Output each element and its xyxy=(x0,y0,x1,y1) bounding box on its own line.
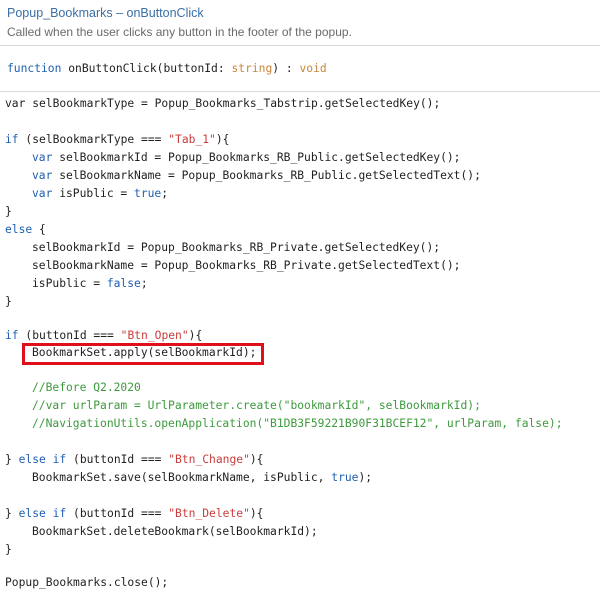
code-text: var selBookmarkType = Popup_Bookmarks_Ta… xyxy=(5,97,441,110)
keyword-else: else xyxy=(5,223,33,236)
code-line-19[interactable]: } else if (buttonId === "Btn_Delete"){ xyxy=(5,505,263,523)
code-text: } xyxy=(5,205,12,218)
script-title: Popup_Bookmarks – onButtonClick xyxy=(7,6,204,20)
keyword-else-if: else if xyxy=(18,453,67,466)
script-description: Called when the user clicks any button i… xyxy=(7,25,352,39)
string-literal: "Btn_Delete" xyxy=(168,507,250,520)
code-text: ){ xyxy=(188,329,203,342)
highlight-annotation xyxy=(22,343,264,365)
boolean-literal: false xyxy=(106,277,141,290)
code-text: Popup_Bookmarks.close(); xyxy=(5,576,169,589)
code-text: } xyxy=(5,453,19,466)
code-text: } xyxy=(5,295,12,308)
signature-keyword: function xyxy=(7,62,62,75)
code-line-14[interactable]: //Before Q2.2020 xyxy=(32,379,141,397)
code-line-2[interactable]: if (selBookmarkType === "Tab_1"){ xyxy=(5,131,229,149)
code-text: (buttonId === xyxy=(66,453,169,466)
code-line-11[interactable]: } xyxy=(5,293,12,311)
script-header: Popup_Bookmarks – onButtonClick Called w… xyxy=(0,0,600,46)
string-literal: "Btn_Open" xyxy=(120,329,189,342)
code-text: ){ xyxy=(249,507,264,520)
code-text: } xyxy=(5,507,19,520)
code-text: ){ xyxy=(215,133,230,146)
signature-name: onButtonClick(buttonId: xyxy=(61,62,232,75)
keyword-var: var xyxy=(32,151,53,164)
code-line-3[interactable]: var selBookmarkId = Popup_Bookmarks_RB_P… xyxy=(32,149,460,167)
code-line-5[interactable]: var isPublic = true; xyxy=(32,185,168,203)
code-line-16[interactable]: //NavigationUtils.openApplication("B1DB3… xyxy=(32,415,563,433)
signature-separator: ) : xyxy=(272,62,300,75)
string-literal: "Btn_Change" xyxy=(168,453,250,466)
code-text: } xyxy=(5,543,12,556)
code-line-21[interactable]: } xyxy=(5,541,12,559)
keyword-else-if: else if xyxy=(18,507,67,520)
signature-return-type: void xyxy=(299,62,327,75)
code-text: (selBookmarkType === xyxy=(18,133,169,146)
boolean-literal: true xyxy=(331,471,359,484)
code-text: ; xyxy=(140,277,148,290)
code-text: BookmarkSet.save(selBookmarkName, isPubl… xyxy=(32,471,332,484)
code-line-9[interactable]: selBookmarkName = Popup_Bookmarks_RB_Pri… xyxy=(32,257,460,275)
code-line-10[interactable]: isPublic = false; xyxy=(32,275,148,293)
keyword-var: var xyxy=(32,169,53,182)
signature-line: function onButtonClick(buttonId: string)… xyxy=(7,62,327,75)
code-line-20[interactable]: BookmarkSet.deleteBookmark(selBookmarkId… xyxy=(32,523,318,541)
code-line-18[interactable]: BookmarkSet.save(selBookmarkName, isPubl… xyxy=(32,469,372,487)
code-line-1[interactable]: var selBookmarkType = Popup_Bookmarks_Ta… xyxy=(5,95,440,113)
code-text: { xyxy=(32,223,46,236)
code-text: selBookmarkId = Popup_Bookmarks_RB_Publi… xyxy=(52,151,461,164)
code-text: ); xyxy=(358,471,373,484)
code-line-17[interactable]: } else if (buttonId === "Btn_Change"){ xyxy=(5,451,263,469)
code-text: (buttonId === xyxy=(66,507,169,520)
code-line-7[interactable]: else { xyxy=(5,221,46,239)
comment: //NavigationUtils.openApplication("B1DB3… xyxy=(32,417,563,430)
comment: //Before Q2.2020 xyxy=(32,381,141,394)
comment: //var urlParam = UrlParameter.create("bo… xyxy=(32,399,481,412)
code-text: ; xyxy=(161,187,169,200)
code-line-22[interactable]: Popup_Bookmarks.close(); xyxy=(5,574,168,592)
string-literal: "Tab_1" xyxy=(168,133,216,146)
keyword-if: if xyxy=(5,133,19,146)
code-text: BookmarkSet.deleteBookmark(selBookmarkId… xyxy=(32,525,318,538)
code-text: selBookmarkName = Popup_Bookmarks_RB_Pub… xyxy=(52,169,481,182)
code-line-8[interactable]: selBookmarkId = Popup_Bookmarks_RB_Priva… xyxy=(32,239,440,257)
code-text: ){ xyxy=(249,453,264,466)
keyword-var: var xyxy=(32,187,53,200)
function-signature: function onButtonClick(buttonId: string)… xyxy=(0,46,600,92)
code-text: selBookmarkName = Popup_Bookmarks_RB_Pri… xyxy=(32,259,461,272)
keyword-if: if xyxy=(5,329,19,342)
code-text: selBookmarkId = Popup_Bookmarks_RB_Priva… xyxy=(32,241,441,254)
code-text: (buttonId === xyxy=(18,329,121,342)
code-text: isPublic = xyxy=(32,277,107,290)
code-line-15[interactable]: //var urlParam = UrlParameter.create("bo… xyxy=(32,397,481,415)
code-text: isPublic = xyxy=(52,187,135,200)
code-line-4[interactable]: var selBookmarkName = Popup_Bookmarks_RB… xyxy=(32,167,481,185)
code-line-6[interactable]: } xyxy=(5,203,12,221)
boolean-literal: true xyxy=(134,187,162,200)
signature-param-type: string xyxy=(231,62,273,75)
